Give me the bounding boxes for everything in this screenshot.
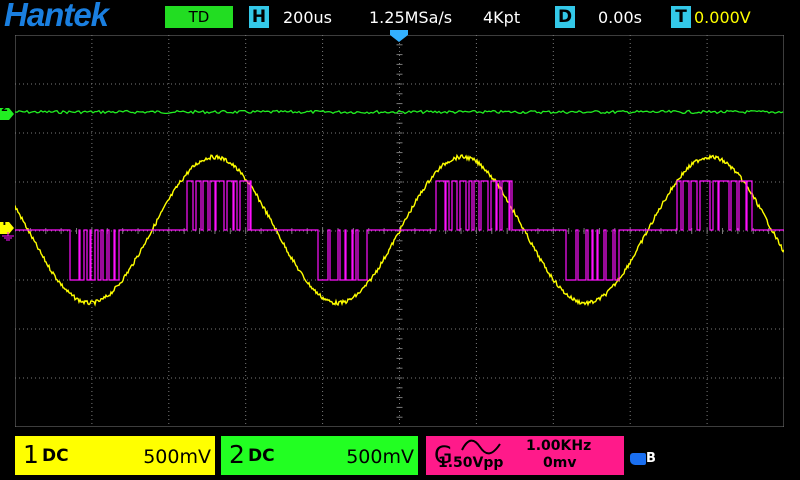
ground-icon (2, 232, 14, 241)
trigger-key[interactable]: T (671, 6, 691, 28)
generator-frequency: 1.00KHz (526, 438, 592, 454)
ch2-marker-label: 2 (1, 103, 8, 114)
ch2-number: 2 (229, 440, 245, 469)
generator-offset: 0mv (543, 455, 577, 471)
usb-label: B (646, 451, 656, 466)
delay-key[interactable]: D (555, 6, 575, 28)
ch2-info-panel[interactable]: 2 DC 500mV (221, 436, 418, 475)
timebase-value: 200us (283, 8, 333, 27)
delay-value: 0.00s (598, 8, 642, 27)
sine-wave-icon (461, 439, 501, 455)
ch1-info-panel[interactable]: 1 DC 500mV (15, 436, 215, 475)
brand-logo: Hantek (4, 0, 109, 33)
ch1-number: 1 (23, 440, 39, 469)
sample-rate: 1.25MSa/s (369, 8, 453, 27)
waveform-display[interactable] (15, 35, 784, 427)
memory-depth: 4Kpt (483, 8, 521, 27)
trigger-level-value: 0.000V (694, 8, 751, 27)
usb-icon (630, 453, 646, 465)
channel-info-bar: 1 DC 500mV 2 DC 500mV G 1.00KHz 1.50Vpp … (0, 434, 800, 480)
ch2-coupling: DC (248, 446, 275, 466)
ch1-coupling: DC (42, 446, 69, 466)
timebase-key[interactable]: H (249, 6, 269, 28)
ch2-scale: 500mV (346, 446, 414, 468)
ch1-level-marker[interactable]: T (0, 217, 14, 234)
generator-amplitude: 1.50Vpp (438, 455, 504, 471)
status-bar: Hantek TD H 200us 1.25MSa/s 4Kpt D 0.00s… (0, 0, 800, 34)
ch2-level-marker[interactable]: 2 (0, 103, 14, 120)
ch1-scale: 500mV (143, 446, 211, 468)
trigger-position-marker[interactable] (390, 30, 408, 42)
mode-badge[interactable]: TD (165, 6, 233, 28)
generator-info-panel[interactable]: G 1.00KHz 1.50Vpp 0mv (426, 436, 624, 475)
ch1-marker-label: T (1, 217, 8, 228)
